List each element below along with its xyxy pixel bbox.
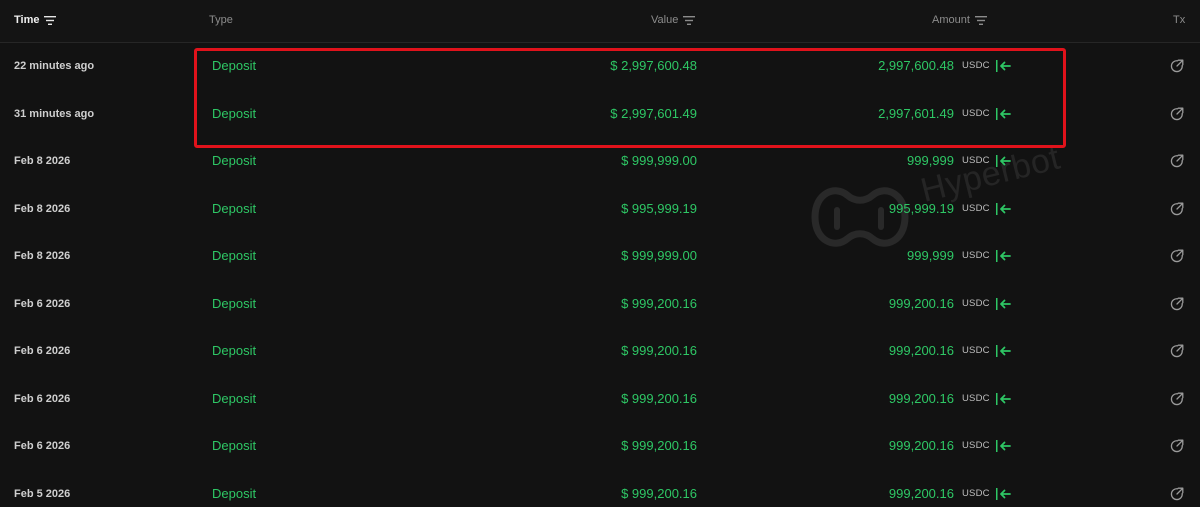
row-value: $ 999,999.00 bbox=[621, 248, 697, 263]
row-value: $ 995,999.19 bbox=[621, 201, 697, 216]
row-amount: 2,997,600.48 bbox=[878, 58, 954, 73]
deposit-arrow-icon bbox=[995, 470, 1011, 507]
deposit-arrow-icon bbox=[995, 375, 1011, 422]
row-unit: USDC bbox=[962, 393, 990, 404]
row-value: $ 999,200.16 bbox=[621, 438, 697, 453]
external-link-icon[interactable] bbox=[1170, 42, 1184, 89]
row-unit: USDC bbox=[962, 60, 990, 71]
external-link-icon[interactable] bbox=[1170, 422, 1184, 469]
row-time: Feb 6 2026 bbox=[14, 392, 71, 405]
external-link-icon[interactable] bbox=[1170, 137, 1184, 184]
row-type: Deposit bbox=[212, 438, 257, 453]
deposit-arrow-icon bbox=[995, 90, 1011, 137]
row-unit: USDC bbox=[962, 488, 990, 499]
row-amount: 2,997,601.49 bbox=[878, 106, 954, 121]
deposit-arrow-icon bbox=[995, 185, 1011, 232]
row-unit: USDC bbox=[962, 345, 990, 356]
column-time-header[interactable]: Time bbox=[14, 14, 57, 26]
deposit-arrow-icon bbox=[995, 137, 1011, 184]
row-amount: 999,200.16 bbox=[888, 438, 954, 453]
row-time: Feb 8 2026 bbox=[14, 249, 71, 262]
row-value: $ 999,200.16 bbox=[621, 343, 697, 358]
external-link-icon[interactable] bbox=[1170, 185, 1184, 232]
column-type-label: Type bbox=[209, 14, 233, 26]
table-row: Feb 6 2026 Deposit $ 999,200.16 999,200.16 U… bbox=[0, 280, 1200, 327]
row-value: $ 2,997,601.49 bbox=[610, 106, 697, 121]
column-amount-label: Amount bbox=[932, 14, 970, 26]
row-time: 22 minutes ago bbox=[14, 59, 95, 72]
row-amount: 999,200.16 bbox=[888, 296, 954, 311]
row-time: Feb 8 2026 bbox=[14, 154, 71, 167]
filter-icon[interactable] bbox=[974, 15, 987, 25]
external-link-icon[interactable] bbox=[1170, 327, 1184, 374]
external-link-icon[interactable] bbox=[1170, 375, 1184, 422]
column-tx-header: Tx bbox=[1173, 14, 1185, 26]
row-unit: USDC bbox=[962, 203, 990, 214]
table-row: Feb 6 2026 Deposit $ 999,200.16 999,200.16 U… bbox=[0, 375, 1200, 422]
column-value-header[interactable]: Value bbox=[651, 14, 696, 26]
row-time: Feb 6 2026 bbox=[14, 439, 71, 452]
table-row: Feb 8 2026 Deposit $ 999,999.00 999,999 USDC bbox=[0, 137, 1200, 184]
external-link-icon[interactable] bbox=[1170, 280, 1184, 327]
deposit-arrow-icon bbox=[995, 280, 1011, 327]
table-row: 22 minutes ago Deposit $ 2,997,600.48 2,997… bbox=[0, 42, 1200, 89]
row-value: $ 999,999.00 bbox=[621, 153, 697, 168]
table-row: 31 minutes ago Deposit $ 2,997,601.49 2,997… bbox=[0, 90, 1200, 137]
row-unit: USDC bbox=[962, 440, 990, 451]
row-type: Deposit bbox=[212, 106, 257, 121]
row-type: Deposit bbox=[212, 296, 257, 311]
filter-icon[interactable] bbox=[44, 15, 57, 25]
row-value: $ 2,997,600.48 bbox=[610, 58, 697, 73]
row-time: Feb 8 2026 bbox=[14, 202, 71, 215]
row-value: $ 999,200.16 bbox=[621, 296, 697, 311]
column-time-label: Time bbox=[14, 14, 40, 26]
row-value: $ 999,200.16 bbox=[621, 391, 697, 406]
external-link-icon[interactable] bbox=[1170, 470, 1184, 507]
table-row: Feb 8 2026 Deposit $ 995,999.19 995,999.19 U… bbox=[0, 185, 1200, 232]
row-type: Deposit bbox=[212, 153, 257, 168]
table-row: Feb 6 2026 Deposit $ 999,200.16 999,200.16 U… bbox=[0, 422, 1200, 469]
row-amount: 995,999.19 bbox=[888, 201, 954, 216]
deposit-arrow-icon bbox=[995, 327, 1011, 374]
row-amount: 999,200.16 bbox=[888, 486, 954, 501]
column-amount-header[interactable]: Amount bbox=[932, 14, 987, 26]
row-type: Deposit bbox=[212, 58, 257, 73]
table-header: Time Type Value Amount Tx bbox=[0, 0, 1200, 43]
column-type-header: Type bbox=[209, 14, 233, 26]
row-type: Deposit bbox=[212, 248, 257, 263]
table-row: Feb 5 2026 Deposit $ 999,200.16 999,200.16 U… bbox=[0, 470, 1200, 507]
deposit-arrow-icon bbox=[995, 232, 1011, 279]
row-type: Deposit bbox=[212, 391, 257, 406]
row-unit: USDC bbox=[962, 250, 990, 261]
ledger-table: Time Type Value Amount Tx Hyperbot 22 mi… bbox=[0, 0, 1200, 507]
column-tx-label: Tx bbox=[1173, 14, 1186, 26]
table-row: Feb 6 2026 Deposit $ 999,200.16 999,200.16 U… bbox=[0, 327, 1200, 374]
deposit-arrow-icon bbox=[995, 42, 1011, 89]
deposit-arrow-icon bbox=[995, 422, 1011, 469]
row-type: Deposit bbox=[212, 201, 257, 216]
row-type: Deposit bbox=[212, 486, 257, 501]
row-amount: 999,999 bbox=[907, 153, 954, 168]
row-time: Feb 6 2026 bbox=[14, 297, 71, 310]
row-time: Feb 5 2026 bbox=[14, 487, 71, 500]
row-amount: 999,200.16 bbox=[888, 343, 954, 358]
row-unit: USDC bbox=[962, 155, 990, 166]
row-amount: 999,200.16 bbox=[888, 391, 954, 406]
column-value-label: Value bbox=[651, 14, 679, 26]
row-value: $ 999,200.16 bbox=[621, 486, 697, 501]
row-amount: 999,999 bbox=[907, 248, 954, 263]
row-type: Deposit bbox=[212, 343, 257, 358]
external-link-icon[interactable] bbox=[1170, 232, 1184, 279]
row-time: Feb 6 2026 bbox=[14, 344, 71, 357]
row-unit: USDC bbox=[962, 108, 990, 119]
filter-icon[interactable] bbox=[683, 15, 696, 25]
row-unit: USDC bbox=[962, 298, 990, 309]
table-row: Feb 8 2026 Deposit $ 999,999.00 999,999 USDC bbox=[0, 232, 1200, 279]
external-link-icon[interactable] bbox=[1170, 90, 1184, 137]
row-time: 31 minutes ago bbox=[14, 107, 95, 120]
